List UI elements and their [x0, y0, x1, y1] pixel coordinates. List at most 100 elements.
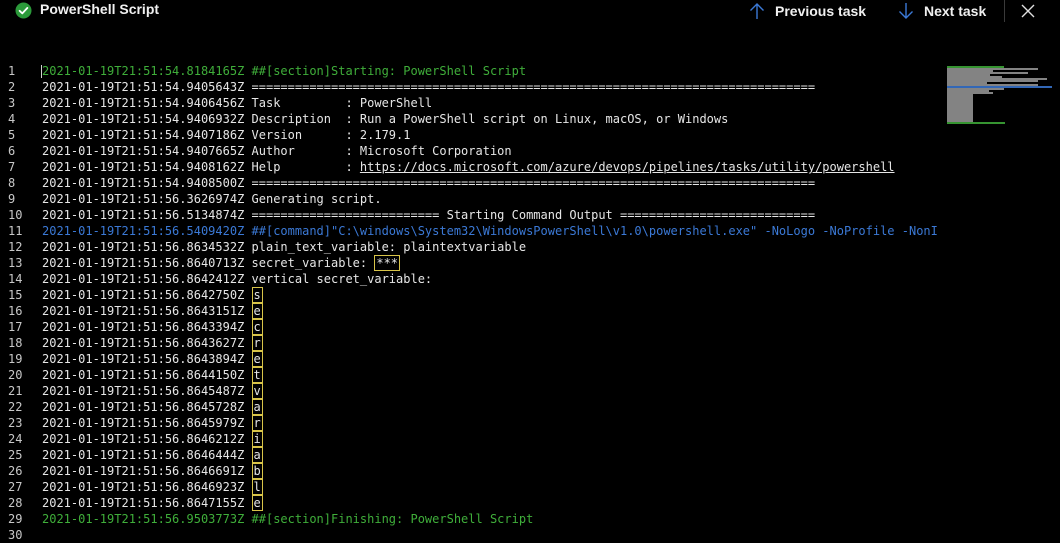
log-viewer[interactable]: 1 2021-01-19T21:51:54.8184165Z ##[section… [0, 63, 1060, 543]
line-number: 27 [8, 480, 23, 494]
task-header: PowerShell Script Previous task Next tas… [0, 0, 1060, 36]
log-line: 14 2021-01-19T21:51:56.8642412Z vertical … [0, 271, 945, 287]
log-timestamp: 2021-01-19T21:51:56.8640713Z [42, 256, 245, 270]
line-number: 18 [8, 336, 23, 350]
log-line: 26 2021-01-19T21:51:56.8646691Z b [0, 463, 945, 479]
line-number: 12 [8, 240, 23, 254]
log-line: 22 2021-01-19T21:51:56.8645728Z a [0, 399, 945, 415]
log-line: 21 2021-01-19T21:51:56.8645487Z v [0, 383, 945, 399]
line-number: 21 [8, 384, 23, 398]
log-text: 2021-01-19T21:51:56.8645979Z r [42, 415, 263, 431]
log-timestamp: 2021-01-19T21:51:54.8184165Z [42, 64, 245, 78]
log-text: 2021-01-19T21:51:54.9408162Z Help : http… [42, 159, 895, 175]
log-text: 2021-01-19T21:51:56.5134874Z ===========… [42, 207, 815, 223]
log-message: Help : [251, 160, 360, 174]
log-line: 12 2021-01-19T21:51:56.8634532Z plain_tex… [0, 239, 945, 255]
log-text: 2021-01-19T21:51:54.9407186Z Version : 2… [42, 127, 410, 143]
log-message: Task : PowerShell [251, 96, 433, 110]
log-text: 2021-01-19T21:51:54.9408500Z ===========… [42, 175, 815, 191]
line-number: 13 [8, 256, 23, 270]
log-timestamp: 2021-01-19T21:51:54.9407665Z [42, 144, 245, 158]
line-number: 22 [8, 400, 23, 414]
log-line: 15 2021-01-19T21:51:56.8642750Z s [0, 287, 945, 303]
log-line: 10 2021-01-19T21:51:56.5134874Z =========… [0, 207, 945, 223]
masked-secret: e [251, 495, 263, 511]
log-timestamp: 2021-01-19T21:51:54.9408162Z [42, 160, 245, 174]
log-message: ========================================… [251, 80, 816, 94]
masked-secret: r [251, 415, 263, 431]
log-text: 2021-01-19T21:51:56.8647155Z e [42, 495, 263, 511]
masked-secret: v [251, 383, 263, 399]
line-number: 19 [8, 352, 23, 366]
success-check-icon [15, 2, 32, 19]
line-number: 8 [8, 176, 16, 190]
log-message: Generating script. [251, 192, 382, 206]
log-timestamp: 2021-01-19T21:51:56.8643394Z [42, 320, 245, 334]
log-minimap[interactable] [945, 63, 1057, 127]
log-text: 2021-01-19T21:51:56.8642412Z vertical se… [42, 271, 432, 287]
log-message: Description : Run a PowerShell script on… [251, 112, 729, 126]
log-line: 4 2021-01-19T21:51:54.9406932Z Descriptio… [0, 111, 945, 127]
log-line: 17 2021-01-19T21:51:56.8643394Z c [0, 319, 945, 335]
line-number: 14 [8, 272, 23, 286]
log-message: ========================== Starting Comm… [251, 208, 816, 222]
log-line: 18 2021-01-19T21:51:56.8643627Z r [0, 335, 945, 351]
log-timestamp: 2021-01-19T21:51:56.8646212Z [42, 432, 245, 446]
log-timestamp: 2021-01-19T21:51:56.8644150Z [42, 368, 245, 382]
log-text: 2021-01-19T21:51:56.8643394Z c [42, 319, 263, 335]
line-number: 11 [8, 224, 23, 238]
log-text: 2021-01-19T21:51:54.9407665Z Author : Mi… [42, 143, 512, 159]
next-task-button[interactable]: Next task [897, 1, 986, 21]
log-line: 16 2021-01-19T21:51:56.8643151Z e [0, 303, 945, 319]
log-message: secret_variable: [251, 256, 375, 270]
log-timestamp: 2021-01-19T21:51:56.8643151Z [42, 304, 245, 318]
log-line: 6 2021-01-19T21:51:54.9407665Z Author : M… [0, 143, 945, 159]
line-number: 17 [8, 320, 23, 334]
log-text: 2021-01-19T21:51:56.9503773Z ##[section]… [42, 511, 533, 527]
log-text: 2021-01-19T21:51:54.9406932Z Description… [42, 111, 728, 127]
log-text: 2021-01-19T21:51:54.9406456Z Task : Powe… [42, 95, 432, 111]
log-line: 24 2021-01-19T21:51:56.8646212Z i [0, 431, 945, 447]
masked-secret: a [251, 399, 263, 415]
log-line: 9 2021-01-19T21:51:56.3626974Z Generating… [0, 191, 945, 207]
previous-task-button[interactable]: Previous task [748, 1, 866, 21]
masked-secret: *** [374, 255, 401, 271]
log-message: Version : 2.179.1 [251, 128, 411, 142]
log-timestamp: 2021-01-19T21:51:54.9407186Z [42, 128, 245, 142]
help-link[interactable]: https://docs.microsoft.com/azure/devops/… [360, 160, 895, 174]
log-timestamp: 2021-01-19T21:51:56.8645728Z [42, 400, 245, 414]
log-timestamp: 2021-01-19T21:51:56.9503773Z [42, 512, 245, 526]
text-cursor [41, 65, 42, 78]
masked-secret: a [251, 447, 263, 463]
masked-secret: i [251, 431, 263, 447]
log-timestamp: 2021-01-19T21:51:56.8646923Z [42, 480, 245, 494]
log-line: 25 2021-01-19T21:51:56.8646444Z a [0, 447, 945, 463]
log-line: 23 2021-01-19T21:51:56.8645979Z r [0, 415, 945, 431]
log-line: 13 2021-01-19T21:51:56.8640713Z secret_va… [0, 255, 945, 271]
log-timestamp: 2021-01-19T21:51:56.8642750Z [42, 288, 245, 302]
line-number: 29 [8, 512, 23, 526]
log-message: ##[command]"C:\windows\System32\WindowsP… [251, 224, 938, 238]
log-timestamp: 2021-01-19T21:51:56.8643894Z [42, 352, 245, 366]
line-number: 16 [8, 304, 23, 318]
arrow-down-icon [897, 2, 915, 20]
log-text: 2021-01-19T21:51:56.8645728Z a [42, 399, 263, 415]
log-timestamp: 2021-01-19T21:51:56.3626974Z [42, 192, 245, 206]
log-text: 2021-01-19T21:51:54.8184165Z ##[section]… [42, 63, 526, 79]
masked-secret: t [251, 367, 263, 383]
close-icon[interactable] [1020, 3, 1036, 19]
log-timestamp: 2021-01-19T21:51:56.8645487Z [42, 384, 245, 398]
log-line: 27 2021-01-19T21:51:56.8646923Z l [0, 479, 945, 495]
log-line: 19 2021-01-19T21:51:56.8643894Z e [0, 351, 945, 367]
log-line: 5 2021-01-19T21:51:54.9407186Z Version : … [0, 127, 945, 143]
log-timestamp: 2021-01-19T21:51:56.8634532Z [42, 240, 245, 254]
log-timestamp: 2021-01-19T21:51:56.5134874Z [42, 208, 245, 222]
line-number: 30 [8, 528, 23, 542]
log-text: 2021-01-19T21:51:56.8646691Z b [42, 463, 263, 479]
log-text: 2021-01-19T21:51:56.8642750Z s [42, 287, 263, 303]
log-message: vertical secret_variable: [251, 272, 433, 286]
masked-secret: r [251, 335, 263, 351]
log-text: 2021-01-19T21:51:56.8643151Z e [42, 303, 263, 319]
log-text: 2021-01-19T21:51:56.8634532Z plain_text_… [42, 239, 526, 255]
log-timestamp: 2021-01-19T21:51:54.9406932Z [42, 112, 245, 126]
